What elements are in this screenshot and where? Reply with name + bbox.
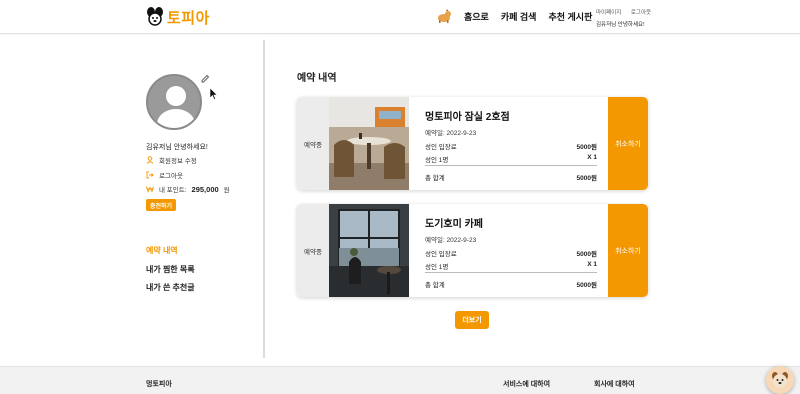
- reservation-date: 예약일: 2022-9-23: [425, 130, 477, 137]
- fee-value: 5000원: [576, 144, 597, 151]
- total-label: 총 합계: [425, 282, 445, 289]
- cafe-photo: [329, 204, 409, 297]
- user-icon: [146, 156, 154, 164]
- sidebar-item-reservations[interactable]: 예약 내역: [146, 245, 178, 256]
- logout-link-sidebar[interactable]: 로그아웃: [146, 170, 183, 180]
- footer: 멍토피아 서비스에 대하여 회사에 대하여: [0, 366, 800, 394]
- divider: [425, 272, 597, 273]
- total-row: 총 합계 5000원: [425, 172, 597, 182]
- status-badge: 예약중: [297, 204, 329, 297]
- logout-link[interactable]: 로그아웃: [631, 10, 651, 16]
- qty-label: 성인 1명: [425, 157, 449, 164]
- reservation-card: 예약중 멍토피아 잠실 2호점 예약일: 2022-9-23 성인 입장료 50…: [297, 97, 648, 190]
- qty-row: 성인 1명 X 1: [425, 154, 597, 164]
- logout-label: 로그아웃: [159, 173, 183, 180]
- points-label: 내 포인트:: [159, 187, 187, 194]
- mouse-cursor-icon: [210, 88, 218, 100]
- reservation-date: 예약일: 2022-9-23: [425, 237, 477, 244]
- divider: [425, 165, 597, 166]
- qty-label: 성인 1명: [425, 264, 449, 271]
- points-value: 295,000: [191, 184, 219, 194]
- cafe-photo: [329, 97, 409, 190]
- nav-recommend-board[interactable]: 추천 게시판: [548, 10, 592, 23]
- charge-button[interactable]: 충전하기: [146, 199, 176, 211]
- main-nav: 홈으로 카페 검색 추천 게시판: [436, 9, 592, 23]
- fee-value: 5000원: [576, 251, 597, 258]
- dog-chat-icon: [772, 372, 788, 388]
- dog-mascot-icon: [438, 9, 451, 23]
- points-unit: 원: [223, 187, 230, 194]
- fee-row: 성인 입장료 5000원: [425, 248, 597, 258]
- total-value: 5000원: [576, 282, 597, 289]
- footer-about-service[interactable]: 서비스에 대하여: [503, 379, 550, 389]
- total-label: 총 합계: [425, 175, 445, 182]
- status-badge: 예약중: [297, 97, 329, 190]
- dog-logo-icon: [147, 7, 163, 26]
- logo-text: 토피아: [167, 9, 210, 27]
- top-header: 토피아 홈으로 카페 검색 추천 게시판 마이페이지 로그아웃 김유저님 안녕하…: [0, 0, 800, 34]
- cancel-button[interactable]: 취소하기: [608, 97, 648, 190]
- cancel-button[interactable]: 취소하기: [608, 204, 648, 297]
- mypage-link[interactable]: 마이페이지: [596, 10, 621, 16]
- nav-cafe-search[interactable]: 카페 검색: [501, 10, 537, 23]
- chat-bubble-button[interactable]: [766, 366, 794, 394]
- header-greeting: 김유저님 안녕하세요!: [596, 22, 645, 28]
- total-value: 5000원: [576, 175, 597, 182]
- more-button[interactable]: 더보기: [455, 311, 489, 329]
- reservation-info: 도기호미 카페 예약일: 2022-9-23 성인 입장료 5000원 성인 1…: [417, 204, 601, 297]
- fee-row: 성인 입장료 5000원: [425, 141, 597, 151]
- points-line: 내 포인트: 295,000 원: [146, 184, 230, 194]
- sidebar-item-my-posts[interactable]: 내가 쓴 추천글: [146, 282, 195, 293]
- total-row: 총 합계 5000원: [425, 279, 597, 289]
- footer-brand: 멍토피아: [146, 381, 172, 388]
- nav-home[interactable]: 홈으로: [464, 10, 489, 23]
- vertical-divider: [263, 40, 265, 358]
- fee-label: 성인 입장료: [425, 251, 457, 258]
- cafe-name: 도기호미 카페: [425, 219, 483, 230]
- reservation-info: 멍토피아 잠실 2호점 예약일: 2022-9-23 성인 입장료 5000원 …: [417, 97, 601, 190]
- pencil-icon[interactable]: [200, 74, 210, 84]
- logout-icon: [146, 171, 154, 179]
- user-links: 마이페이지 로그아웃 김유저님 안녕하세요!: [596, 8, 659, 28]
- sidebar-greeting: 김유저님 안녕하세요!: [146, 144, 208, 151]
- cafe-name: 멍토피아 잠실 2호점: [425, 112, 510, 123]
- reservation-card: 예약중 도기호미 카페 예약일: 2022-9-23 성인 입장료 5000원 …: [297, 204, 648, 297]
- fee-label: 성인 입장료: [425, 144, 457, 151]
- page-title: 예약 내역: [297, 73, 337, 84]
- edit-profile-link[interactable]: 회원정보 수정: [146, 155, 197, 165]
- edit-profile-label: 회원정보 수정: [159, 158, 197, 165]
- footer-about-company[interactable]: 회사에 대하여: [594, 379, 635, 389]
- sidebar-item-wishlist[interactable]: 내가 찜한 목록: [146, 264, 195, 275]
- sidebar: [0, 35, 263, 365]
- site-logo[interactable]: 토피아: [144, 5, 210, 29]
- avatar: [146, 74, 202, 130]
- qty-value: X 1: [587, 154, 597, 161]
- qty-row: 성인 1명 X 1: [425, 261, 597, 271]
- qty-value: X 1: [587, 261, 597, 268]
- won-icon: [146, 186, 154, 193]
